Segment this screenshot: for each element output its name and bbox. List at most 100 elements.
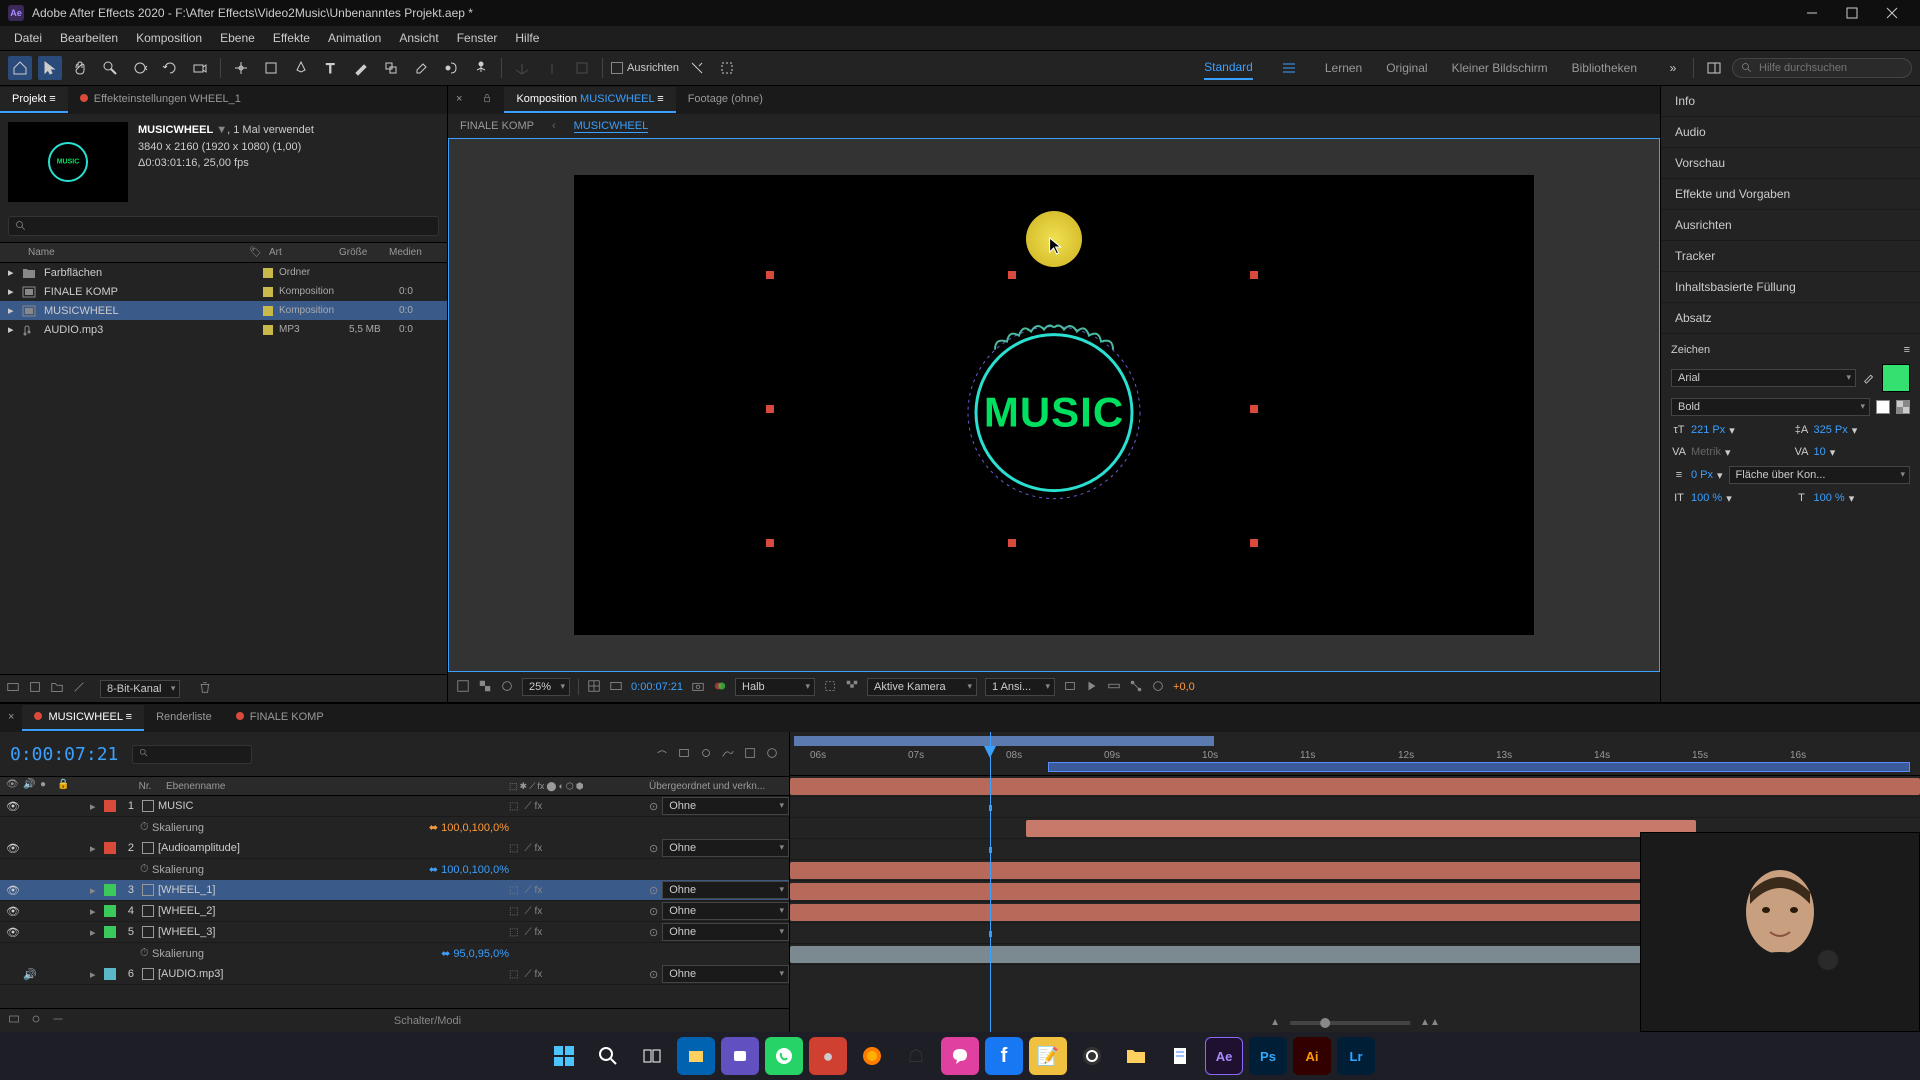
tracking-value[interactable]: 10 <box>1814 446 1826 458</box>
taskbar-lr[interactable]: Lr <box>1337 1037 1375 1075</box>
comp-tab-close[interactable]: × <box>448 87 470 113</box>
pixel-aspect-button[interactable] <box>1063 679 1077 696</box>
shape-tool[interactable] <box>259 56 283 80</box>
panel-tracker[interactable]: Tracker <box>1661 241 1920 272</box>
taskbar-teams[interactable] <box>721 1037 759 1075</box>
toggle-transparency-button[interactable] <box>478 679 492 696</box>
orbit-tool[interactable] <box>128 56 152 80</box>
taskbar-folder[interactable] <box>1117 1037 1155 1075</box>
project-search[interactable] <box>8 216 439 236</box>
view-axis-button[interactable] <box>570 56 594 80</box>
taskbar-obs[interactable] <box>1073 1037 1111 1075</box>
layer-property[interactable]: ⏱ Skalierung⬌ 100,0,100,0% <box>0 817 789 838</box>
fill-color-swatch[interactable] <box>1882 364 1910 392</box>
local-axis-button[interactable] <box>510 56 534 80</box>
effect-controls-tab[interactable]: Effekteinstellungen WHEEL_1 <box>68 87 253 113</box>
stroke-width-value[interactable]: 0 Px <box>1691 469 1713 481</box>
interpret-footage-button[interactable] <box>6 680 20 697</box>
puppet-tool[interactable] <box>469 56 493 80</box>
taskbar-explorer[interactable] <box>677 1037 715 1075</box>
taskbar-ps[interactable]: Ps <box>1249 1037 1287 1075</box>
workspace-bibliotheken[interactable]: Bibliotheken <box>1572 57 1637 79</box>
timeline-ruler[interactable]: 06s07s08s09s10s11s12s13s14s15s16s <box>790 732 1920 776</box>
menu-ebene[interactable]: Ebene <box>212 28 263 48</box>
home-button[interactable] <box>8 56 32 80</box>
panel-vorschau[interactable]: Vorschau <box>1661 148 1920 179</box>
tl-tab-close[interactable]: × <box>0 705 22 731</box>
toggle-alpha-button[interactable] <box>456 679 470 696</box>
project-item[interactable]: ▸FINALE KOMPKomposition0:0 <box>0 282 447 301</box>
crumb-finale[interactable]: FINALE KOMP <box>460 120 534 132</box>
shy-button[interactable] <box>655 746 669 763</box>
eraser-tool[interactable] <box>409 56 433 80</box>
menu-komposition[interactable]: Komposition <box>128 28 210 48</box>
flowchart-button[interactable] <box>1129 679 1143 696</box>
panel-absatz[interactable]: Absatz <box>1661 303 1920 334</box>
workspace-standard[interactable]: Standard <box>1204 56 1253 80</box>
taskbar-search[interactable] <box>589 1037 627 1075</box>
brainstorm-button[interactable] <box>765 746 779 763</box>
taskbar-whatsapp[interactable] <box>765 1037 803 1075</box>
playhead-line[interactable] <box>990 732 991 1032</box>
panel-toggle-button[interactable] <box>1702 56 1726 80</box>
timeline-button[interactable] <box>1107 679 1121 696</box>
layer-property[interactable]: ⏱ Skalierung⬌ 100,0,100,0% <box>0 859 789 880</box>
roto-tool[interactable] <box>439 56 463 80</box>
minimize-button[interactable] <box>1792 0 1832 26</box>
world-axis-button[interactable] <box>540 56 564 80</box>
leading-value[interactable]: 325 Px <box>1814 424 1848 436</box>
snap-box-button[interactable] <box>715 56 739 80</box>
tl-toggle-modes[interactable] <box>30 1013 42 1028</box>
crumb-musicwheel[interactable]: MUSICWHEEL <box>574 120 649 133</box>
hand-tool[interactable] <box>68 56 92 80</box>
selection-tool[interactable] <box>38 56 62 80</box>
taskbar-firefox[interactable] <box>853 1037 891 1075</box>
views-dropdown[interactable]: 1 Ansi... <box>985 678 1055 696</box>
layer-property[interactable]: ⏱ Skalierung⬌ 95,0,95,0% <box>0 943 789 964</box>
clone-tool[interactable] <box>379 56 403 80</box>
viewer-time[interactable]: 0:00:07:21 <box>631 681 683 693</box>
draft-3d-button[interactable] <box>743 746 757 763</box>
eyedropper-button[interactable] <box>1862 370 1876 387</box>
help-search-input[interactable] <box>1759 62 1903 74</box>
text-tool[interactable]: T <box>319 56 343 80</box>
timeline-layer[interactable]: 🔊▸6[AUDIO.mp3]⬚⟋fx⊙Ohne <box>0 964 789 985</box>
taskbar-facebook[interactable]: f <box>985 1037 1023 1075</box>
new-folder-button[interactable] <box>50 680 64 697</box>
start-button[interactable] <box>545 1037 583 1075</box>
vscale-value[interactable]: 100 % <box>1691 492 1722 504</box>
menu-effekte[interactable]: Effekte <box>265 28 318 48</box>
workspace-overflow[interactable]: » <box>1661 56 1685 80</box>
col-size[interactable]: Größe <box>339 247 389 258</box>
col-nr[interactable]: Nr. <box>130 781 160 792</box>
guides-button[interactable] <box>609 679 623 696</box>
taskbar-app-figure[interactable]: ☖ <box>897 1037 935 1075</box>
timeline-layer[interactable]: 👁▸3[WHEEL_1]⬚⟋fx⊙Ohne <box>0 880 789 901</box>
help-search[interactable] <box>1732 58 1912 78</box>
font-family-dropdown[interactable]: Arial <box>1671 369 1856 387</box>
kerning-value[interactable]: Metrik <box>1691 446 1721 458</box>
hscale-value[interactable]: 100 % <box>1814 492 1845 504</box>
panel-effekte[interactable]: Effekte und Vorgaben <box>1661 179 1920 210</box>
close-button[interactable] <box>1872 0 1912 26</box>
anchor-tool[interactable] <box>229 56 253 80</box>
timeline-layer[interactable]: 👁▸1MUSIC⬚⟋fx⊙Ohne <box>0 796 789 817</box>
new-comp-button[interactable] <box>28 680 42 697</box>
graph-editor-button[interactable] <box>721 746 735 763</box>
taskbar-ai[interactable]: Ai <box>1293 1037 1331 1075</box>
camera-tool[interactable] <box>188 56 212 80</box>
panel-fill[interactable]: Inhaltsbasierte Füllung <box>1661 272 1920 303</box>
project-tab[interactable]: Projekt ≡ <box>0 87 68 113</box>
fast-preview-button[interactable] <box>1085 679 1099 696</box>
rotate-tool[interactable] <box>158 56 182 80</box>
trash-button[interactable] <box>198 680 212 697</box>
workspace-kleiner[interactable]: Kleiner Bildschirm <box>1452 57 1548 79</box>
panel-ausrichten[interactable]: Ausrichten <box>1661 210 1920 241</box>
exposure-value[interactable]: +0,0 <box>1173 681 1195 693</box>
transparency-grid-button[interactable] <box>845 679 859 696</box>
col-type[interactable]: Art <box>269 247 339 258</box>
toggle-mask-button[interactable] <box>500 679 514 696</box>
camera-dropdown[interactable]: Aktive Kamera <box>867 678 977 696</box>
stroke-color-swatch[interactable] <box>1876 400 1890 414</box>
workspace-lernen[interactable]: Lernen <box>1325 57 1362 79</box>
